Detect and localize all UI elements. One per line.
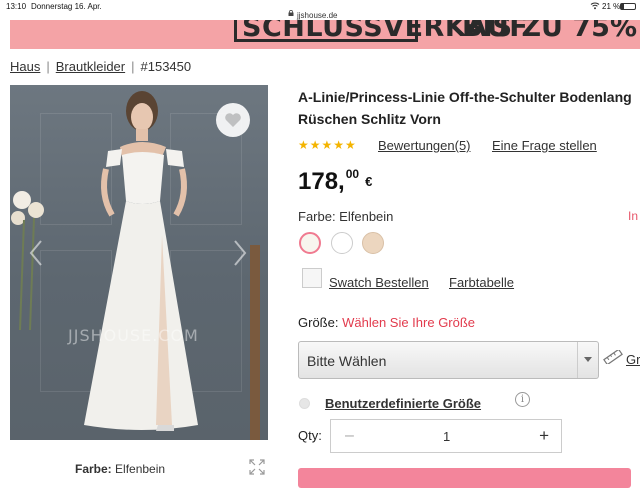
battery-icon (620, 3, 636, 10)
battery-percent: 21 % (602, 2, 621, 11)
chair-decoration (250, 245, 260, 440)
size-select[interactable]: Bitte Wählen (298, 341, 599, 379)
quantity-decrease-button[interactable]: – (345, 427, 354, 445)
breadcrumb-category-link[interactable]: Brautkleider (56, 59, 125, 74)
prev-image-arrow-icon[interactable] (28, 239, 44, 267)
custom-size-link[interactable]: Benutzerdefinierte Größe (325, 396, 481, 411)
product-image[interactable]: JJSHOUSE.COM (10, 85, 268, 440)
expand-icon[interactable] (248, 458, 266, 476)
reviews-link[interactable]: Bewertungen(5) (378, 138, 471, 153)
promo-banner[interactable]: SCHLUSSVERKAUF BIS ZU 75% REDU (10, 20, 640, 49)
custom-size-radio[interactable] (299, 398, 310, 409)
lock-icon (288, 10, 294, 16)
add-to-cart-button[interactable] (298, 468, 631, 488)
quantity-value[interactable]: 1 (443, 429, 450, 444)
quantity-stepper: – 1 + (330, 419, 562, 453)
color-label: Farbe: Elfenbein (298, 209, 394, 224)
status-date: Donnerstag 16. Apr. (31, 2, 102, 11)
quantity-increase-button[interactable]: + (539, 426, 549, 446)
heart-icon (225, 113, 241, 127)
ask-question-link[interactable]: Eine Frage stellen (492, 138, 597, 153)
rating-stars-icon: ★★★★★ (298, 138, 357, 152)
size-guide-link[interactable]: Gr (626, 352, 640, 367)
next-image-arrow-icon[interactable] (232, 239, 248, 267)
breadcrumb-item-id: #153450 (140, 59, 192, 74)
wishlist-button[interactable] (216, 103, 250, 137)
color-swatch-ivory[interactable] (299, 232, 321, 254)
product-title: A-Linie/Princess-Linie Off-the-Schulter … (298, 89, 632, 127)
image-watermark: JJSHOUSE.COM (68, 326, 199, 345)
dress-model-figure (84, 91, 198, 431)
color-swatch-champagne[interactable] (362, 232, 384, 254)
breadcrumb-home-link[interactable]: Haus (10, 59, 40, 74)
color-swatch-white[interactable] (331, 232, 353, 254)
swatch-sample-icon (302, 268, 322, 288)
address-bar-url[interactable]: jjshouse.de (297, 11, 337, 20)
color-chart-link[interactable]: Farbtabelle (449, 275, 514, 290)
stock-hint: In (628, 209, 639, 223)
size-label: Größe: Wählen Sie Ihre Größe (298, 315, 476, 330)
size-select-value: Bitte Wählen (307, 353, 387, 369)
product-price: 178,00 € (298, 167, 373, 195)
swatch-order-link[interactable]: Swatch Bestellen (329, 275, 429, 290)
image-caption: Farbe: Elfenbein (75, 462, 166, 476)
status-time: 13:10 (6, 2, 27, 11)
ruler-icon[interactable] (603, 350, 623, 364)
chevron-down-icon (577, 342, 598, 378)
quantity-label: Qty: (298, 428, 322, 443)
wifi-icon (590, 1, 600, 12)
info-icon[interactable]: i (515, 392, 530, 407)
breadcrumb: Haus | Brautkleider | #153450 (10, 59, 192, 74)
status-bar: 13:10 Donnerstag 16. Apr. jjshouse.de 21… (0, 0, 640, 20)
banner-discount-text: BIS ZU 75% REDU (462, 20, 640, 43)
